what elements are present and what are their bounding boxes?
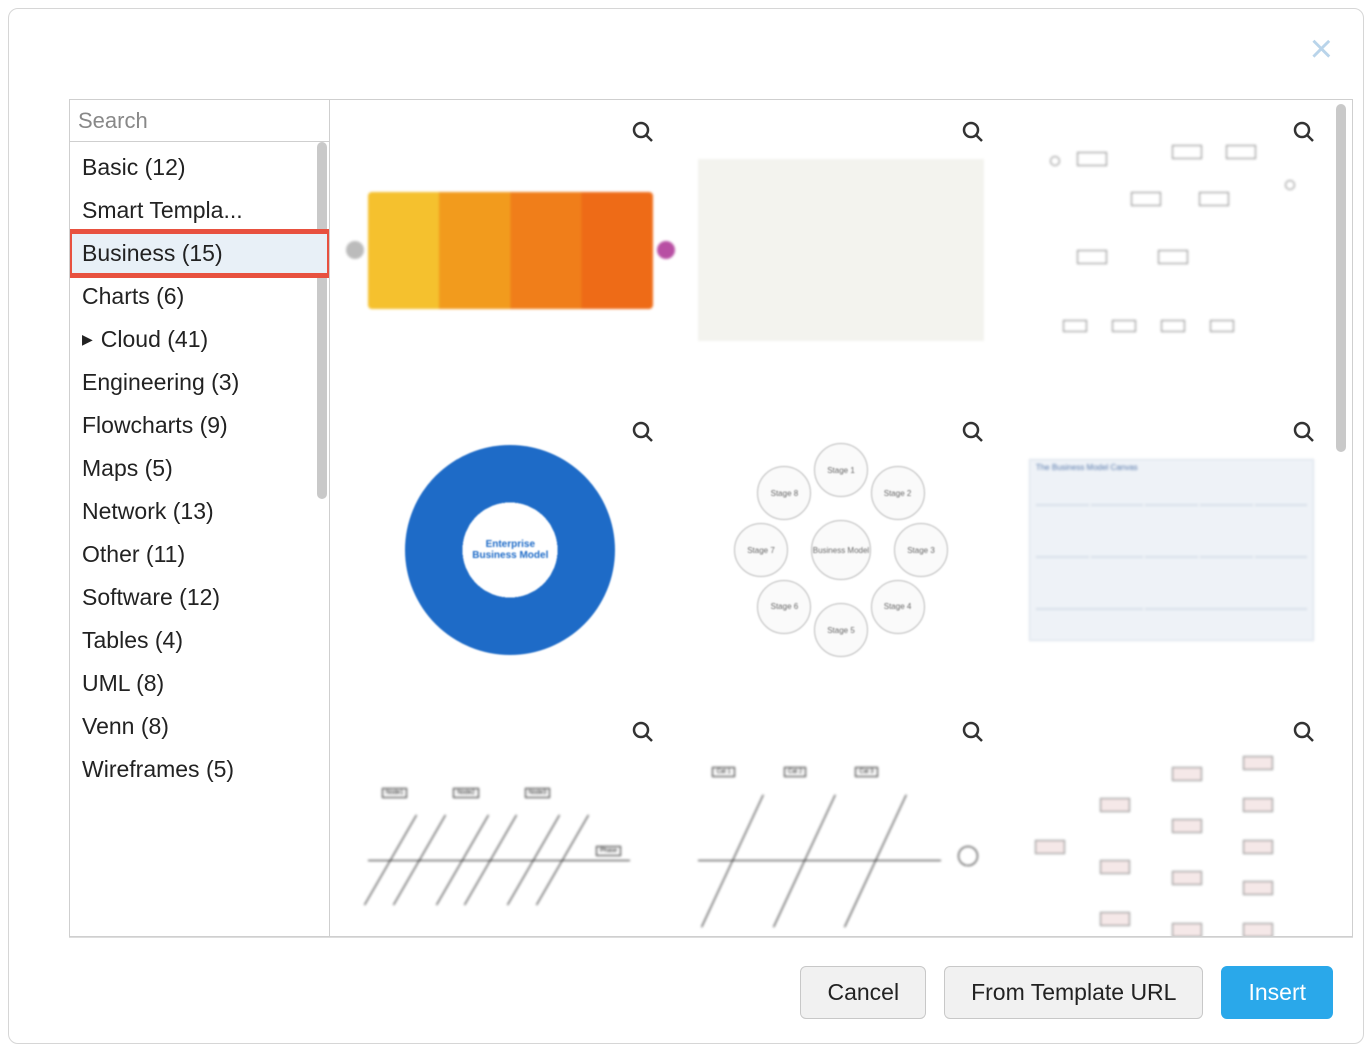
category-item[interactable]: Wireframes (5): [70, 748, 329, 791]
magnify-icon[interactable]: [961, 420, 985, 444]
category-label: Maps (5): [82, 455, 173, 482]
category-label: Other (11): [82, 541, 185, 568]
category-item[interactable]: Venn (8): [70, 705, 329, 748]
insert-button[interactable]: Insert: [1221, 966, 1333, 1019]
magnify-icon[interactable]: [961, 120, 985, 144]
template-thumbnail: [1029, 459, 1315, 641]
category-label: Smart Templa...: [82, 197, 243, 224]
expand-arrow-icon: ▶: [82, 331, 93, 348]
magnify-icon[interactable]: [961, 720, 985, 744]
category-item[interactable]: Business (15): [70, 232, 329, 275]
category-item[interactable]: Engineering (3): [70, 361, 329, 404]
template-thumbnail: [368, 192, 654, 309]
close-icon[interactable]: ×: [1310, 29, 1333, 69]
category-label: Cloud (41): [101, 326, 208, 353]
template-card[interactable]: Business Model Stage 1Stage 2Stage 3Stag…: [691, 420, 992, 680]
category-item[interactable]: ▶ Cloud (41): [70, 318, 329, 361]
thumbnail-label: Stage 8: [757, 466, 811, 520]
thumbnail-label: Stage 1: [814, 443, 868, 497]
template-card[interactable]: [691, 120, 992, 380]
category-item[interactable]: Network (13): [70, 490, 329, 533]
template-card[interactable]: Cat 1 Cat 2 Cat 3: [691, 720, 992, 937]
template-thumbnail: [1036, 133, 1307, 367]
template-card[interactable]: [1021, 420, 1322, 680]
category-item[interactable]: Flowcharts (9): [70, 404, 329, 447]
scrollbar-thumb[interactable]: [1336, 104, 1346, 452]
category-item[interactable]: Other (11): [70, 533, 329, 576]
category-label: Charts (6): [82, 283, 184, 310]
template-card[interactable]: [360, 120, 661, 380]
category-label: Wireframes (5): [82, 756, 234, 783]
from-template-url-button[interactable]: From Template URL: [944, 966, 1203, 1019]
template-thumbnail: Cat 1 Cat 2 Cat 3: [698, 746, 984, 937]
category-label: Flowcharts (9): [82, 412, 228, 439]
category-label: Engineering (3): [82, 369, 239, 396]
thumbnail-label: Stage 5: [814, 603, 868, 657]
template-thumbnail: Node1 Node2 Node3 Phase: [368, 746, 654, 937]
template-card[interactable]: [1021, 120, 1322, 380]
magnify-icon[interactable]: [1292, 720, 1316, 744]
magnify-icon[interactable]: [631, 720, 655, 744]
thumbnail-label: Stage 7: [734, 523, 788, 577]
category-label: Basic (12): [82, 154, 186, 181]
magnify-icon[interactable]: [631, 120, 655, 144]
template-card[interactable]: [1021, 720, 1322, 937]
magnify-icon[interactable]: [1292, 420, 1316, 444]
category-label: Network (13): [82, 498, 214, 525]
category-label: Tables (4): [82, 627, 183, 654]
content-area: Basic (12) Smart Templa... Business (15) Ch…: [69, 99, 1353, 938]
category-item[interactable]: Tables (4): [70, 619, 329, 662]
thumbnail-label: Stage 4: [871, 580, 925, 634]
sidebar: Basic (12) Smart Templa... Business (15) Ch…: [69, 99, 329, 937]
template-card[interactable]: Node1 Node2 Node3 Phase: [360, 720, 661, 937]
grid-scrollbar[interactable]: [1334, 104, 1348, 932]
category-item[interactable]: Smart Templa...: [70, 189, 329, 232]
thumbnail-label: Stage 2: [871, 466, 925, 520]
category-list: Basic (12) Smart Templa... Business (15) Ch…: [70, 142, 329, 936]
category-item[interactable]: UML (8): [70, 662, 329, 705]
template-picker-dialog: × Basic (12) Smart Templa... Business (15)…: [8, 8, 1364, 1044]
category-item[interactable]: Maps (5): [70, 447, 329, 490]
template-thumbnail: Enterprise Business Model: [368, 446, 654, 654]
category-item[interactable]: Software (12): [70, 576, 329, 619]
thumbnail-label: Stage 3: [894, 523, 948, 577]
category-label: Software (12): [82, 584, 220, 611]
scrollbar-thumb[interactable]: [317, 142, 327, 499]
template-card[interactable]: Enterprise Business Model: [360, 420, 661, 680]
dialog-footer: Cancel From Template URL Insert: [9, 948, 1363, 1043]
search-input[interactable]: [78, 108, 366, 134]
template-thumbnail: Business Model Stage 1Stage 2Stage 3Stag…: [698, 446, 984, 654]
template-grid: Enterprise Business Model Business Model…: [329, 99, 1353, 937]
category-label: Business (15): [82, 240, 223, 267]
category-item[interactable]: Basic (12): [70, 146, 329, 189]
category-label: Venn (8): [82, 713, 169, 740]
magnify-icon[interactable]: [631, 420, 655, 444]
category-label: UML (8): [82, 670, 164, 697]
category-item[interactable]: Charts (6): [70, 275, 329, 318]
search-row: [70, 100, 329, 142]
thumbnail-label: Business Model: [811, 520, 871, 580]
thumbnail-label: Stage 6: [757, 580, 811, 634]
template-thumbnail: [698, 159, 984, 341]
thumbnail-label: Enterprise Business Model: [465, 505, 555, 595]
cancel-button[interactable]: Cancel: [800, 966, 926, 1019]
template-thumbnail: [1029, 746, 1315, 937]
